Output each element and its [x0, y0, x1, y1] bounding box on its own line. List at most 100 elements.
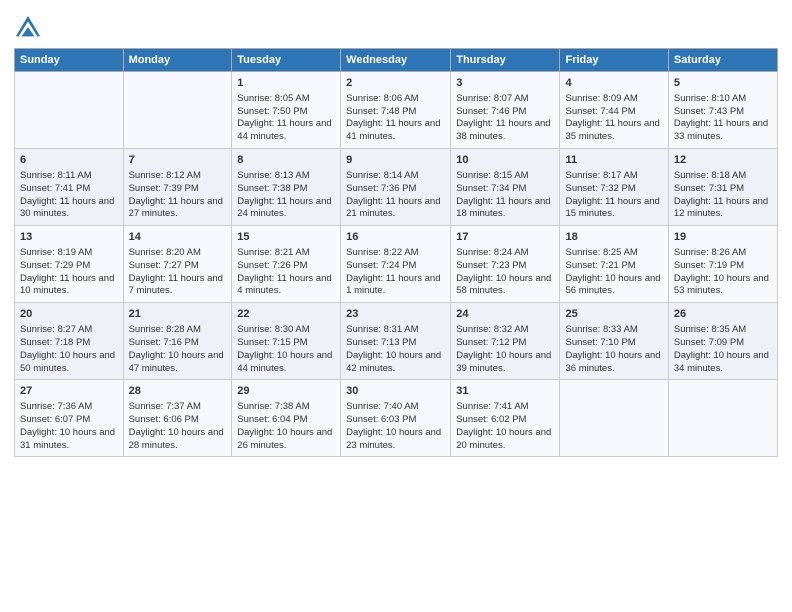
day-info: Sunrise: 7:36 AM Sunset: 6:07 PM Dayligh…: [20, 401, 118, 452]
day-info: Sunrise: 7:37 AM Sunset: 6:06 PM Dayligh…: [129, 401, 227, 452]
week-row-1: 1 Sunrise: 8:05 AM Sunset: 7:50 PM Daylig…: [15, 72, 778, 149]
logo-icon: [14, 14, 42, 42]
day-cell: 4Sunrise: 8:09 AM Sunset: 7:44 PM Daylig…: [560, 72, 668, 149]
day-info: Sunrise: 8:20 AM Sunset: 7:27 PM Dayligh…: [129, 247, 227, 298]
day-cell: 21Sunrise: 8:28 AM Sunset: 7:16 PM Dayli…: [123, 303, 232, 380]
day-cell: 13 Sunrise: 8:19 AM Sunset: 7:29 PM Dayli…: [15, 226, 124, 303]
day-info: Sunrise: 8:07 AM Sunset: 7:46 PM Dayligh…: [456, 93, 554, 144]
day-info: Sunrise: 8:22 AM Sunset: 7:24 PM Dayligh…: [346, 247, 445, 298]
day-number: 25: [565, 307, 662, 322]
day-cell: 26Sunrise: 8:35 AM Sunset: 7:09 PM Dayli…: [668, 303, 777, 380]
calendar-table: SundayMondayTuesdayWednesdayThursdayFrid…: [14, 48, 778, 457]
day-info: Sunrise: 8:32 AM Sunset: 7:12 PM Dayligh…: [456, 324, 554, 375]
day-cell: 17 Sunrise: 8:24 AM Sunset: 7:23 PM Dayli…: [451, 226, 560, 303]
day-info: Sunrise: 8:09 AM Sunset: 7:44 PM Dayligh…: [565, 93, 662, 144]
day-cell: 2 Sunrise: 8:06 AM Sunset: 7:48 PM Daylig…: [341, 72, 451, 149]
day-info: Sunrise: 8:12 AM Sunset: 7:39 PM Dayligh…: [129, 170, 227, 221]
day-cell: 14Sunrise: 8:20 AM Sunset: 7:27 PM Dayli…: [123, 226, 232, 303]
day-info: Sunrise: 8:14 AM Sunset: 7:36 PM Dayligh…: [346, 170, 445, 221]
day-info: Sunrise: 8:05 AM Sunset: 7:50 PM Dayligh…: [237, 93, 335, 144]
week-row-5: 27Sunrise: 7:36 AM Sunset: 6:07 PM Dayli…: [15, 380, 778, 457]
day-number: 7: [129, 153, 227, 168]
day-number: 10: [456, 153, 554, 168]
day-cell: 3 Sunrise: 8:07 AM Sunset: 7:46 PM Daylig…: [451, 72, 560, 149]
day-number: 6: [20, 153, 118, 168]
day-number: 26: [674, 307, 772, 322]
day-number: 19: [674, 230, 772, 245]
day-cell: 8 Sunrise: 8:13 AM Sunset: 7:38 PM Daylig…: [232, 149, 341, 226]
day-number: 23: [346, 307, 445, 322]
day-number: 30: [346, 384, 445, 399]
col-header-tuesday: Tuesday: [232, 49, 341, 72]
day-info: Sunrise: 8:11 AM Sunset: 7:41 PM Dayligh…: [20, 170, 118, 221]
day-cell: 7 Sunrise: 8:12 AM Sunset: 7:39 PM Daylig…: [123, 149, 232, 226]
day-number: 17: [456, 230, 554, 245]
day-cell: 23 Sunrise: 8:31 AM Sunset: 7:13 PM Dayli…: [341, 303, 451, 380]
day-cell: 28Sunrise: 7:37 AM Sunset: 6:06 PM Dayli…: [123, 380, 232, 457]
col-header-thursday: Thursday: [451, 49, 560, 72]
day-info: Sunrise: 8:06 AM Sunset: 7:48 PM Dayligh…: [346, 93, 445, 144]
day-info: Sunrise: 7:41 AM Sunset: 6:02 PM Dayligh…: [456, 401, 554, 452]
day-cell: 20Sunrise: 8:27 AM Sunset: 7:18 PM Dayli…: [15, 303, 124, 380]
day-cell: 10 Sunrise: 8:15 AM Sunset: 7:34 PM Dayli…: [451, 149, 560, 226]
day-number: 8: [237, 153, 335, 168]
day-cell: [123, 72, 232, 149]
week-row-4: 20Sunrise: 8:27 AM Sunset: 7:18 PM Dayli…: [15, 303, 778, 380]
day-cell: 6 Sunrise: 8:11 AM Sunset: 7:41 PM Daylig…: [15, 149, 124, 226]
day-info: Sunrise: 8:15 AM Sunset: 7:34 PM Dayligh…: [456, 170, 554, 221]
day-info: Sunrise: 7:40 AM Sunset: 6:03 PM Dayligh…: [346, 401, 445, 452]
day-number: 11: [565, 153, 662, 168]
day-number: 15: [237, 230, 335, 245]
day-info: Sunrise: 8:30 AM Sunset: 7:15 PM Dayligh…: [237, 324, 335, 375]
week-row-2: 6 Sunrise: 8:11 AM Sunset: 7:41 PM Daylig…: [15, 149, 778, 226]
col-header-wednesday: Wednesday: [341, 49, 451, 72]
day-cell: 9 Sunrise: 8:14 AM Sunset: 7:36 PM Daylig…: [341, 149, 451, 226]
day-cell: 19 Sunrise: 8:26 AM Sunset: 7:19 PM Dayli…: [668, 226, 777, 303]
day-info: Sunrise: 8:24 AM Sunset: 7:23 PM Dayligh…: [456, 247, 554, 298]
day-cell: [15, 72, 124, 149]
day-cell: 25 Sunrise: 8:33 AM Sunset: 7:10 PM Dayli…: [560, 303, 668, 380]
day-number: 16: [346, 230, 445, 245]
col-header-sunday: Sunday: [15, 49, 124, 72]
day-info: Sunrise: 8:10 AM Sunset: 7:43 PM Dayligh…: [674, 93, 772, 144]
day-number: 3: [456, 76, 554, 91]
day-cell: 30 Sunrise: 7:40 AM Sunset: 6:03 PM Dayli…: [341, 380, 451, 457]
day-number: 12: [674, 153, 772, 168]
day-number: 22: [237, 307, 335, 322]
day-cell: 16 Sunrise: 8:22 AM Sunset: 7:24 PM Dayli…: [341, 226, 451, 303]
day-info: Sunrise: 8:31 AM Sunset: 7:13 PM Dayligh…: [346, 324, 445, 375]
day-cell: [560, 380, 668, 457]
day-cell: 18Sunrise: 8:25 AM Sunset: 7:21 PM Dayli…: [560, 226, 668, 303]
day-info: Sunrise: 8:21 AM Sunset: 7:26 PM Dayligh…: [237, 247, 335, 298]
day-number: 31: [456, 384, 554, 399]
page-container: SundayMondayTuesdayWednesdayThursdayFrid…: [0, 0, 792, 467]
header-row: SundayMondayTuesdayWednesdayThursdayFrid…: [15, 49, 778, 72]
day-info: Sunrise: 8:33 AM Sunset: 7:10 PM Dayligh…: [565, 324, 662, 375]
day-cell: 29Sunrise: 7:38 AM Sunset: 6:04 PM Dayli…: [232, 380, 341, 457]
day-info: Sunrise: 8:17 AM Sunset: 7:32 PM Dayligh…: [565, 170, 662, 221]
day-info: Sunrise: 8:27 AM Sunset: 7:18 PM Dayligh…: [20, 324, 118, 375]
day-number: 13: [20, 230, 118, 245]
day-number: 2: [346, 76, 445, 91]
day-info: Sunrise: 8:19 AM Sunset: 7:29 PM Dayligh…: [20, 247, 118, 298]
day-info: Sunrise: 8:25 AM Sunset: 7:21 PM Dayligh…: [565, 247, 662, 298]
day-info: Sunrise: 8:26 AM Sunset: 7:19 PM Dayligh…: [674, 247, 772, 298]
week-row-3: 13 Sunrise: 8:19 AM Sunset: 7:29 PM Dayli…: [15, 226, 778, 303]
day-number: 9: [346, 153, 445, 168]
day-info: Sunrise: 8:18 AM Sunset: 7:31 PM Dayligh…: [674, 170, 772, 221]
day-info: Sunrise: 8:13 AM Sunset: 7:38 PM Dayligh…: [237, 170, 335, 221]
col-header-monday: Monday: [123, 49, 232, 72]
day-cell: 12 Sunrise: 8:18 AM Sunset: 7:31 PM Dayli…: [668, 149, 777, 226]
day-cell: 27Sunrise: 7:36 AM Sunset: 6:07 PM Dayli…: [15, 380, 124, 457]
day-number: 1: [237, 76, 335, 91]
header: [14, 10, 778, 42]
day-cell: 24 Sunrise: 8:32 AM Sunset: 7:12 PM Dayli…: [451, 303, 560, 380]
logo: [14, 14, 44, 42]
col-header-saturday: Saturday: [668, 49, 777, 72]
day-number: 24: [456, 307, 554, 322]
day-cell: 22 Sunrise: 8:30 AM Sunset: 7:15 PM Dayli…: [232, 303, 341, 380]
day-cell: 31 Sunrise: 7:41 AM Sunset: 6:02 PM Dayli…: [451, 380, 560, 457]
day-number: 29: [237, 384, 335, 399]
day-info: Sunrise: 8:28 AM Sunset: 7:16 PM Dayligh…: [129, 324, 227, 375]
day-cell: 5Sunrise: 8:10 AM Sunset: 7:43 PM Daylig…: [668, 72, 777, 149]
